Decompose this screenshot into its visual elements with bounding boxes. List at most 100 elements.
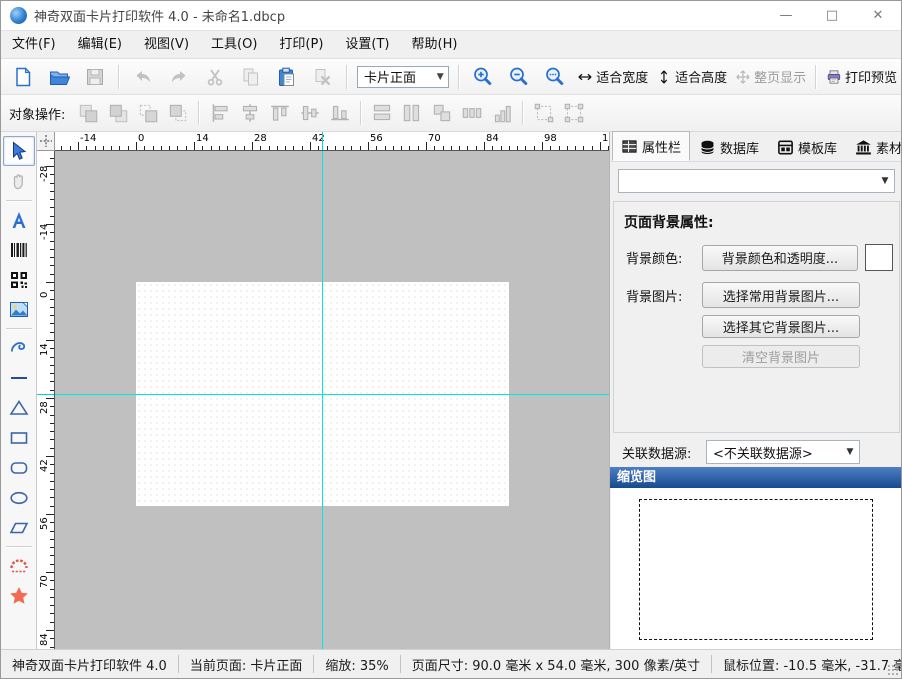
ruler-tick <box>186 146 187 150</box>
ruler-origin-toggle[interactable] <box>37 132 55 151</box>
open-file-button[interactable] <box>42 63 76 91</box>
menu-item-1[interactable]: 编辑(E) <box>67 31 133 59</box>
ruler-tick <box>484 142 485 150</box>
print-preview-button[interactable]: 打印预览 <box>823 63 900 91</box>
barcode-tool[interactable] <box>4 236 34 264</box>
ruler-tick <box>235 146 236 150</box>
ruler-tick <box>467 146 468 150</box>
ruler-tick <box>86 146 87 150</box>
menu-item-6[interactable]: 帮助(H) <box>401 31 469 59</box>
rectangle-tool[interactable] <box>4 424 34 452</box>
same-height-icon <box>400 101 424 125</box>
fit-width-button-label: 适合宽度 <box>596 67 648 86</box>
toolbar-separator <box>360 101 362 125</box>
stamp-tool[interactable] <box>4 552 34 580</box>
ruler-tick <box>144 146 145 150</box>
datasource-label: 关联数据源: <box>613 443 706 462</box>
datasource-combobox[interactable]: <不关联数据源> ▼ <box>706 440 860 464</box>
line-tool[interactable] <box>4 364 34 392</box>
paste-button[interactable] <box>270 63 304 91</box>
minimize-button[interactable]: — <box>763 1 809 30</box>
new-file-button[interactable] <box>6 63 40 91</box>
ruler-tick <box>50 191 54 192</box>
ruler-tick <box>50 647 54 648</box>
zoom-in-button[interactable] <box>466 63 500 91</box>
pan-tool[interactable] <box>4 168 34 196</box>
select-common-bg-image-button[interactable]: 选择常用背景图片... <box>702 282 860 308</box>
same-size-icon <box>430 101 454 125</box>
fit-width-button[interactable]: 适合宽度 <box>574 63 651 91</box>
thumbnail-page-outline[interactable] <box>639 499 873 640</box>
ruler-label: -14 <box>39 224 50 240</box>
bg-color-swatch[interactable] <box>865 244 893 271</box>
page-side-select[interactable]: 卡片正面▼ <box>357 66 449 88</box>
zoom-actual-button[interactable] <box>538 63 572 91</box>
zoom-out-button[interactable] <box>502 63 536 91</box>
crosshair-vertical-guide <box>322 151 323 651</box>
menu-item-5[interactable]: 设置(T) <box>334 31 400 59</box>
ruler-tick <box>50 290 54 291</box>
tab-素材库[interactable]: 素材库 <box>846 133 902 161</box>
menu-item-3[interactable]: 工具(O) <box>200 31 268 59</box>
ruler-label: 70 <box>428 133 441 144</box>
resize-grip[interactable] <box>887 664 899 676</box>
ruler-tick <box>451 146 452 150</box>
ruler-tick <box>50 232 54 233</box>
curve-tool[interactable] <box>4 334 34 362</box>
tab-属性栏[interactable]: 属性栏 <box>612 131 690 161</box>
ruler-tick <box>50 464 54 465</box>
menu-item-2[interactable]: 视图(V) <box>133 31 200 59</box>
fit-height-button[interactable]: 适合高度 <box>653 63 730 91</box>
send-backward-button <box>164 99 192 127</box>
ruler-tick <box>318 146 319 150</box>
ruler-tick <box>285 146 286 150</box>
distribute-horizontal-button <box>458 99 486 127</box>
ruler-tick <box>50 506 54 507</box>
template-tab-icon <box>777 139 794 156</box>
tab-数据库[interactable]: 数据库 <box>690 133 768 161</box>
text-tool[interactable] <box>4 206 34 234</box>
toolbar-separator <box>118 65 120 89</box>
right-panel: 属性栏数据库模板库素材库 ▼ 页面背景属性: 背景颜色: 背景颜色和透明度...… <box>609 132 902 651</box>
ruler-tick <box>50 381 54 382</box>
select-other-bg-image-button[interactable]: 选择其它背景图片... <box>702 315 860 338</box>
design-canvas[interactable] <box>55 151 609 651</box>
ruler-tick <box>46 282 54 283</box>
clear-bg-image-button: 清空背景图片 <box>702 345 860 368</box>
ruler-tick <box>244 146 245 150</box>
line-icon <box>8 367 30 389</box>
tool-palette <box>1 132 37 651</box>
ruler-tick <box>252 142 253 150</box>
qrcode-tool[interactable] <box>4 266 34 294</box>
full-page-icon <box>735 66 751 88</box>
triangle-tool[interactable] <box>4 394 34 422</box>
maximize-button[interactable]: □ <box>809 1 855 30</box>
window-title: 神奇双面卡片打印软件 4.0 - 未命名1.dbcp <box>34 6 285 25</box>
image-tool[interactable] <box>4 296 34 324</box>
vertical-ruler: -28-140142842567084 <box>37 151 55 651</box>
panel-tab-bar: 属性栏数据库模板库素材库 <box>610 132 902 161</box>
ruler-label: 0 <box>39 292 50 298</box>
select-tool[interactable] <box>3 136 35 166</box>
menu-item-0[interactable]: 文件(F) <box>1 31 67 59</box>
bg-color-transparency-button[interactable]: 背景颜色和透明度... <box>702 245 858 271</box>
menu-item-4[interactable]: 打印(P) <box>268 31 334 59</box>
ruler-tick <box>50 497 54 498</box>
application-window: 神奇双面卡片打印软件 4.0 - 未命名1.dbcp — □ ✕ 文件(F)编辑… <box>0 0 902 679</box>
full-page-button-label: 整页显示 <box>754 67 806 86</box>
close-button[interactable]: ✕ <box>855 1 901 30</box>
star-tool[interactable] <box>4 582 34 610</box>
ruler-tick <box>50 216 54 217</box>
rounded-rect-tool[interactable] <box>4 454 34 482</box>
thumbnail-section-header: 缩览图 <box>610 467 902 488</box>
ruler-label: 84 <box>486 133 499 144</box>
ruler-tick <box>50 199 54 200</box>
fit-height-button-label: 适合高度 <box>675 67 727 86</box>
ruler-tick <box>177 146 178 150</box>
delete-button <box>306 63 340 91</box>
tab-模板库[interactable]: 模板库 <box>768 133 846 161</box>
datasource-value: <不关联数据源> <box>707 443 841 462</box>
ellipse-tool[interactable] <box>4 484 34 512</box>
object-selector-combobox[interactable]: ▼ <box>618 169 895 193</box>
parallelogram-tool[interactable] <box>4 514 34 542</box>
